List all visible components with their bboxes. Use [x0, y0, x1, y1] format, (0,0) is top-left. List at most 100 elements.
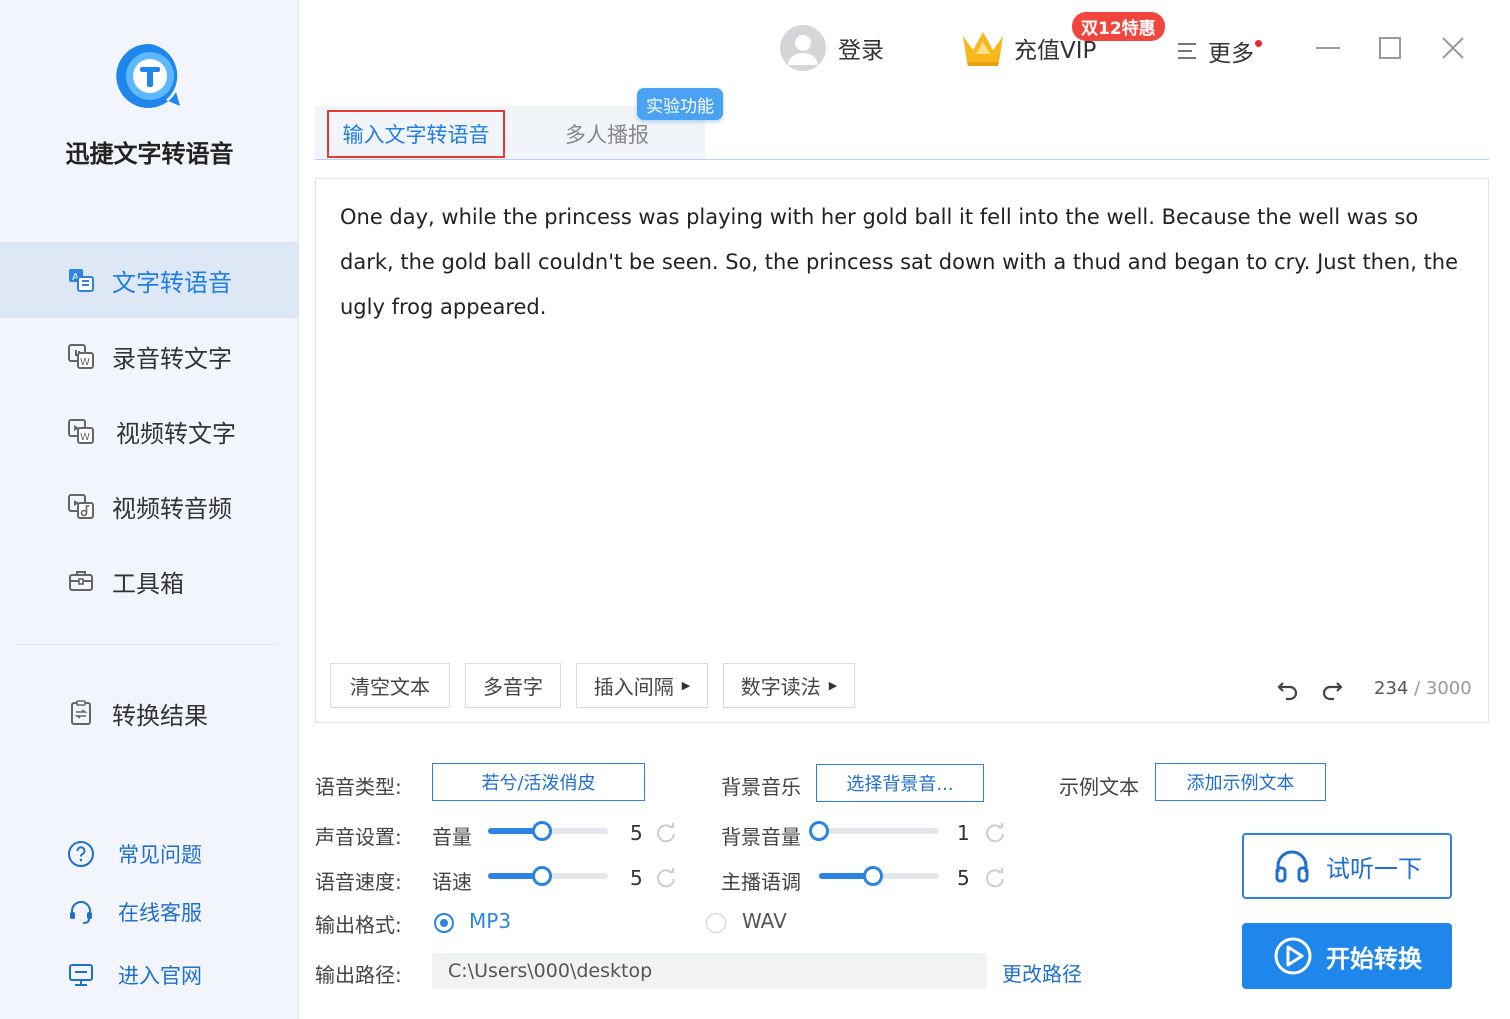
sidebar-item-label: 录音转文字 — [112, 344, 232, 373]
reset-icon[interactable] — [655, 867, 677, 889]
clear-text-button[interactable]: 清空文本 — [330, 663, 450, 708]
add-sample-text-button[interactable]: 添加示例文本 — [1155, 763, 1326, 801]
sidebar-item-label: 工具箱 — [112, 569, 184, 598]
more-menu-button[interactable]: 更多 — [1176, 34, 1262, 68]
slider-knob[interactable] — [532, 866, 552, 886]
tab-underline — [315, 159, 1489, 160]
output-path-field[interactable]: C:\Users\000\desktop — [432, 953, 987, 989]
text-to-speech-icon: A — [66, 265, 96, 295]
slider-knob[interactable] — [863, 866, 883, 886]
volume-value: 5 — [630, 821, 643, 845]
login-button[interactable]: 登录 — [780, 25, 884, 71]
results-icon — [66, 698, 96, 728]
start-convert-button[interactable]: 开始转换 — [1242, 923, 1452, 989]
experimental-badge: 实验功能 — [637, 88, 723, 120]
mp3-label[interactable]: MP3 — [469, 909, 511, 933]
app-name: 迅捷文字转语音 — [65, 140, 234, 168]
reset-icon[interactable] — [655, 822, 677, 844]
undo-icon[interactable] — [1275, 676, 1301, 702]
number-reading-button[interactable]: 数字读法 ▶ — [723, 663, 855, 708]
question-icon — [66, 839, 96, 869]
monitor-icon — [66, 960, 96, 990]
sidebar-item-label: 文字转语音 — [112, 268, 232, 297]
reset-icon[interactable] — [984, 867, 1006, 889]
speed-label: 语速 — [432, 870, 472, 894]
start-convert-label: 开始转换 — [1326, 944, 1422, 973]
help-item-label: 常见问题 — [118, 843, 202, 867]
sidebar-divider — [18, 644, 276, 645]
slider-knob[interactable] — [809, 821, 829, 841]
promo-badge: 双12特惠 — [1072, 12, 1165, 41]
sidebar-item-label: 视频转音频 — [112, 494, 232, 523]
headset-icon — [66, 897, 96, 927]
help-item-faq[interactable]: 常见问题 — [66, 834, 202, 874]
pitch-slider[interactable] — [819, 866, 939, 886]
volume-slider[interactable] — [488, 821, 608, 841]
preview-listen-button[interactable]: 试听一下 — [1242, 833, 1452, 899]
tab-text-to-speech[interactable]: 输入文字转语音 — [327, 110, 505, 158]
voice-type-label: 语音类型: — [315, 775, 402, 799]
wav-radio[interactable] — [706, 913, 726, 933]
speed-settings-label: 语音速度: — [315, 870, 402, 894]
menu-icon — [1178, 43, 1196, 59]
char-counter: 234 / 3000 — [1374, 678, 1472, 699]
change-path-button[interactable]: 更改路径 — [1002, 958, 1082, 987]
bg-music-label: 背景音乐 — [721, 775, 801, 799]
sidebar-item-toolbox[interactable]: 工具箱 — [0, 543, 299, 619]
bg-volume-slider[interactable] — [809, 821, 939, 841]
volume-label: 音量 — [432, 825, 472, 849]
play-arrow-icon: ▶ — [828, 679, 838, 692]
sidebar: 迅捷文字转语音 A 文字转语音 W 录音转文字 W 视频转文字 视频转音频 工具… — [0, 0, 299, 1019]
pitch-label: 主播语调 — [721, 870, 801, 894]
sample-text-label: 示例文本 — [1059, 775, 1139, 799]
svg-text:W: W — [80, 432, 90, 443]
maximize-icon[interactable] — [1372, 30, 1408, 66]
crown-icon — [963, 32, 1003, 66]
help-item-label: 在线客服 — [118, 901, 202, 925]
preview-listen-label: 试听一下 — [1326, 854, 1422, 883]
app-logo-icon — [116, 43, 180, 108]
polyphone-button[interactable]: 多音字 — [465, 663, 561, 708]
sidebar-item-video-to-text[interactable]: W 视频转文字 — [0, 393, 299, 469]
sound-settings-label: 声音设置: — [315, 825, 402, 849]
play-arrow-icon: ▶ — [681, 679, 691, 692]
sidebar-item-video-to-audio[interactable]: 视频转音频 — [0, 468, 299, 544]
editor-text[interactable]: One day, while the princess was playing … — [340, 195, 1470, 330]
voice-type-select[interactable]: 若兮/活泼俏皮 — [432, 763, 645, 801]
video-to-audio-icon — [66, 491, 96, 521]
bg-volume-label: 背景音量 — [721, 825, 801, 849]
sidebar-item-label: 视频转文字 — [116, 419, 236, 448]
insert-pause-button[interactable]: 插入间隔 ▶ — [576, 663, 708, 708]
close-icon[interactable] — [1435, 30, 1471, 66]
login-label: 登录 — [838, 38, 884, 64]
reset-icon[interactable] — [984, 822, 1006, 844]
pitch-value: 5 — [957, 866, 970, 890]
audio-to-text-icon: W — [66, 341, 96, 371]
output-format-label: 输出格式: — [315, 913, 402, 937]
minimize-icon[interactable] — [1310, 30, 1346, 66]
sidebar-item-text-to-speech[interactable]: A 文字转语音 — [0, 242, 299, 318]
notification-dot — [1255, 40, 1262, 47]
select-bg-music-button[interactable]: 选择背景音... — [816, 764, 984, 802]
bg-volume-value: 1 — [957, 821, 970, 845]
sidebar-item-label: 转换结果 — [112, 701, 208, 730]
video-to-text-icon: W — [66, 416, 96, 446]
more-label: 更多 — [1208, 34, 1262, 68]
speed-slider[interactable] — [488, 866, 608, 886]
wav-label[interactable]: WAV — [742, 909, 787, 933]
slider-knob[interactable] — [532, 821, 552, 841]
help-item-support[interactable]: 在线客服 — [66, 892, 202, 932]
help-item-website[interactable]: 进入官网 — [66, 955, 202, 995]
sidebar-item-results[interactable]: 转换结果 — [0, 675, 299, 751]
play-circle-icon — [1274, 937, 1312, 975]
help-item-label: 进入官网 — [118, 964, 202, 988]
headphones-icon — [1275, 850, 1309, 883]
svg-text:W: W — [80, 357, 90, 368]
text-editor[interactable]: One day, while the princess was playing … — [315, 178, 1489, 723]
redo-icon[interactable] — [1319, 676, 1345, 702]
mp3-radio[interactable] — [434, 913, 454, 933]
sidebar-item-audio-to-text[interactable]: W 录音转文字 — [0, 318, 299, 394]
output-path-label: 输出路径: — [315, 963, 402, 987]
speed-value: 5 — [630, 866, 643, 890]
tab-multi-speaker[interactable]: 多人播报 — [565, 110, 649, 158]
